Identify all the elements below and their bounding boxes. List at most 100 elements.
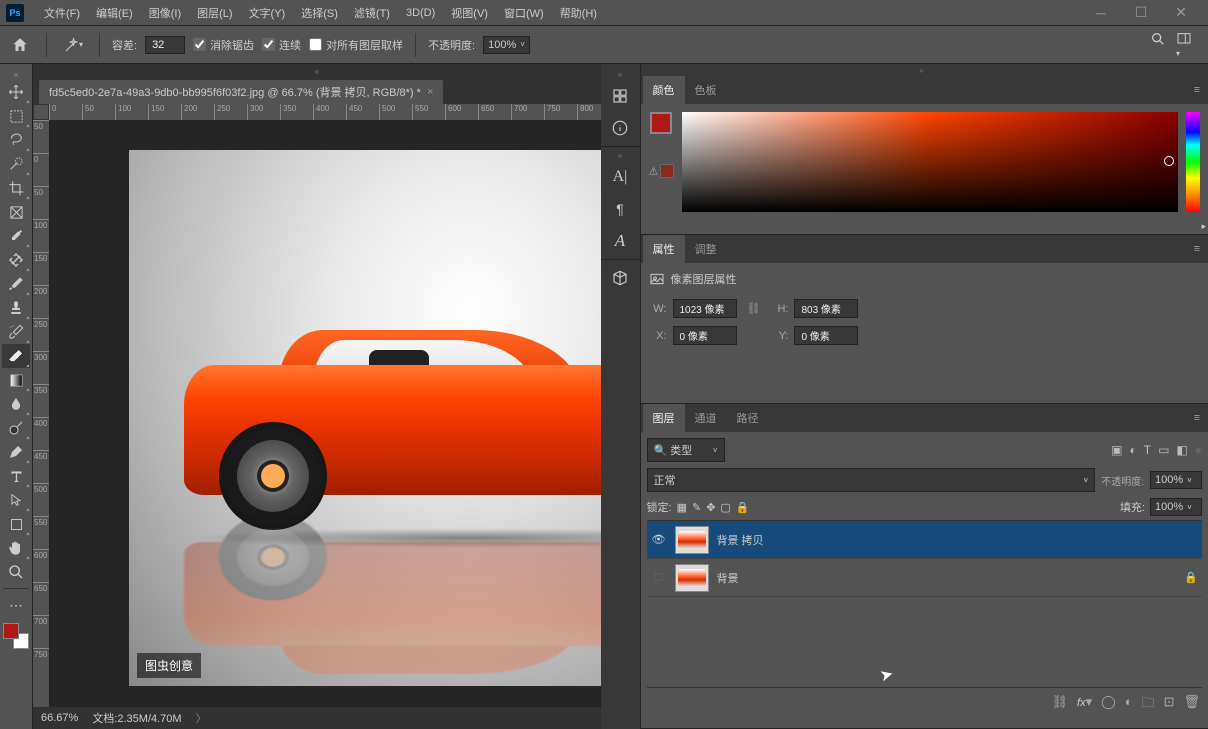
layer-filter-select[interactable]: 🔍 类型˅ <box>647 438 725 462</box>
search-icon[interactable] <box>1150 31 1166 59</box>
height-input[interactable] <box>794 299 858 318</box>
layer-thumbnail[interactable] <box>675 564 709 592</box>
layer-group-icon[interactable]: 🗀 <box>1142 694 1155 716</box>
marquee-tool[interactable] <box>2 104 30 128</box>
stamp-tool[interactable] <box>2 296 30 320</box>
filter-type-icon[interactable]: T <box>1144 443 1151 457</box>
dodge-tool[interactable] <box>2 416 30 440</box>
link-icon[interactable]: ⛓ <box>743 302 765 315</box>
filter-image-icon[interactable]: ▣ <box>1111 443 1122 457</box>
menu-filter[interactable]: 滤镜(T) <box>346 0 398 26</box>
all-layers-checkbox[interactable]: 对所有图层取样 <box>309 37 403 53</box>
eraser-tool[interactable] <box>2 344 30 368</box>
pen-tool[interactable] <box>2 440 30 464</box>
canvas-viewport[interactable]: 图虫创意 头条@教你零基础学设计 <box>49 120 601 707</box>
type-tool[interactable] <box>2 464 30 488</box>
visibility-icon[interactable]: 👁 <box>651 533 667 546</box>
canvas[interactable]: 图虫创意 头条@教你零基础学设计 <box>129 150 601 686</box>
collapse-icon[interactable]: « <box>33 64 601 78</box>
tab-layers[interactable]: 图层 <box>643 404 685 432</box>
tolerance-input[interactable] <box>145 36 185 54</box>
glyphs-panel-icon[interactable]: A <box>604 225 636 257</box>
y-input[interactable] <box>794 326 858 345</box>
layer-fx-icon[interactable]: fx▾ <box>1077 694 1092 716</box>
contiguous-checkbox[interactable]: 连续 <box>262 37 301 53</box>
shape-tool[interactable] <box>2 512 30 536</box>
menu-view[interactable]: 视图(V) <box>443 0 496 26</box>
lock-transparency-icon[interactable]: ▦ <box>677 501 687 514</box>
color-swatches[interactable] <box>3 623 29 649</box>
close-button[interactable]: ✕ <box>1168 5 1194 21</box>
tab-color[interactable]: 颜色 <box>643 76 685 104</box>
layer-mask-icon[interactable]: ◯ <box>1101 694 1116 716</box>
3d-panel-icon[interactable] <box>604 262 636 294</box>
layer-thumbnail[interactable] <box>675 526 709 554</box>
zoom-level[interactable]: 66.67% <box>41 712 78 724</box>
info-panel-icon[interactable] <box>604 112 636 144</box>
quick-select-tool[interactable] <box>2 152 30 176</box>
layer-name[interactable]: 背景 拷贝 <box>717 532 1199 548</box>
move-tool[interactable] <box>2 80 30 104</box>
layer-name[interactable]: 背景 <box>717 570 1177 586</box>
chevron-right-icon[interactable]: 〉 <box>196 710 207 726</box>
lasso-tool[interactable] <box>2 128 30 152</box>
layer-opacity-select[interactable]: 100%˅ <box>1150 471 1202 489</box>
ruler-vertical[interactable]: 5005010015020025030035040045050055060065… <box>33 120 49 707</box>
width-input[interactable] <box>673 299 737 318</box>
lock-all-icon[interactable]: 🔒 <box>736 501 750 514</box>
opacity-select[interactable]: 100%˅ <box>483 36 530 54</box>
home-icon[interactable] <box>6 31 34 59</box>
collapse-icon[interactable]: » <box>618 149 622 161</box>
blend-mode-select[interactable]: 正常˅ <box>647 468 1096 492</box>
tab-swatches[interactable]: 色板 <box>685 76 727 104</box>
delete-layer-icon[interactable]: 🗑 <box>1183 694 1200 716</box>
paragraph-panel-icon[interactable]: ¶ <box>604 193 636 225</box>
path-select-tool[interactable] <box>2 488 30 512</box>
menu-select[interactable]: 选择(S) <box>293 0 346 26</box>
filter-shape-icon[interactable]: ▭ <box>1158 443 1169 457</box>
x-input[interactable] <box>673 326 737 345</box>
chevron-right-icon[interactable]: ▸ <box>1201 221 1206 232</box>
maximize-button[interactable]: ☐ <box>1128 5 1154 21</box>
tab-paths[interactable]: 路径 <box>727 404 769 432</box>
edit-toolbar[interactable]: ⋯ <box>2 593 30 617</box>
panel-menu-icon[interactable]: ≡ <box>1188 84 1206 96</box>
collapse-icon[interactable]: « <box>0 68 32 80</box>
menu-edit[interactable]: 编辑(E) <box>88 0 141 26</box>
foreground-swatch[interactable] <box>650 112 672 134</box>
blur-tool[interactable] <box>2 392 30 416</box>
fill-select[interactable]: 100%˅ <box>1150 498 1202 516</box>
minimize-button[interactable]: ─ <box>1088 5 1114 21</box>
menu-file[interactable]: 文件(F) <box>36 0 88 26</box>
lock-pixels-icon[interactable]: ✎ <box>692 501 701 514</box>
ruler-origin[interactable] <box>33 104 49 120</box>
frame-tool[interactable] <box>2 200 30 224</box>
menu-layer[interactable]: 图层(L) <box>189 0 240 26</box>
visibility-icon[interactable]: ☐ <box>651 571 667 584</box>
link-layers-icon[interactable]: ⛓ <box>1052 694 1069 716</box>
close-icon[interactable]: × <box>427 86 433 98</box>
layer-item[interactable]: ☐ 背景 🔒 <box>647 559 1203 597</box>
panel-menu-icon[interactable]: ≡ <box>1188 412 1206 424</box>
menu-type[interactable]: 文字(Y) <box>241 0 294 26</box>
magic-wand-icon[interactable]: ▾ <box>59 31 87 59</box>
filter-adjust-icon[interactable]: ◐ <box>1129 443 1136 457</box>
gradient-tool[interactable] <box>2 368 30 392</box>
character-panel-icon[interactable]: A| <box>604 161 636 193</box>
lock-artboard-icon[interactable]: ▢ <box>720 501 730 514</box>
layer-item[interactable]: 👁 背景 拷贝 <box>647 521 1203 559</box>
history-panel-icon[interactable] <box>604 80 636 112</box>
workspace-icon[interactable]: ▾ <box>1176 31 1192 59</box>
tab-adjustments[interactable]: 调整 <box>685 235 727 263</box>
tab-properties[interactable]: 属性 <box>643 235 685 263</box>
adjustment-layer-icon[interactable]: ◐ <box>1125 694 1133 716</box>
document-tab[interactable]: fd5c5ed0-2e7a-49a3-9db0-bb995f6f03f2.jpg… <box>39 80 443 104</box>
warning-icon[interactable]: ⚠ <box>649 165 659 178</box>
menu-help[interactable]: 帮助(H) <box>552 0 605 26</box>
tab-channels[interactable]: 通道 <box>685 404 727 432</box>
filter-smart-icon[interactable]: ◧ <box>1176 443 1187 457</box>
lock-icon[interactable]: 🔒 <box>1184 571 1198 584</box>
ruler-horizontal[interactable]: 0501001502002503003504004505005506006507… <box>49 104 601 120</box>
menu-3d[interactable]: 3D(D) <box>398 0 443 26</box>
collapse-icon[interactable]: » <box>641 64 1208 76</box>
